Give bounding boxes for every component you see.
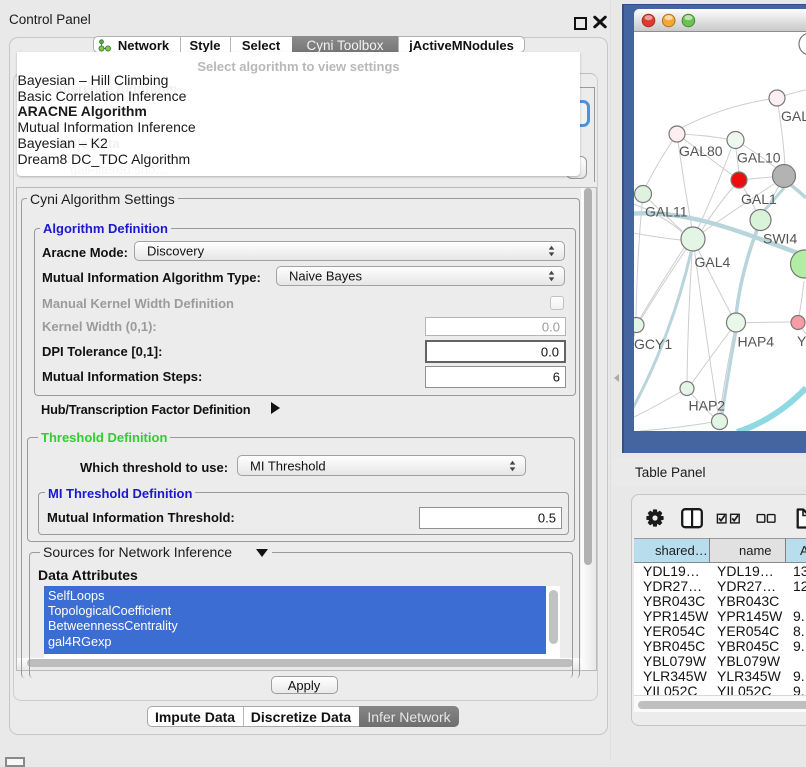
svg-text:GAL2: GAL2 xyxy=(781,108,806,124)
svg-text:GAL10: GAL10 xyxy=(737,150,781,166)
svg-text:GAL1: GAL1 xyxy=(741,191,777,207)
svg-text:Y: Y xyxy=(797,333,806,349)
svg-text:SWI4: SWI4 xyxy=(763,231,797,247)
svg-text:GAL80: GAL80 xyxy=(679,143,723,159)
svg-text:GCY1: GCY1 xyxy=(634,336,672,352)
svg-text:HAP4: HAP4 xyxy=(738,334,775,350)
svg-text:GAL11: GAL11 xyxy=(645,204,688,220)
svg-text:GAL4: GAL4 xyxy=(695,254,731,270)
svg-text:HAP2: HAP2 xyxy=(689,398,726,414)
